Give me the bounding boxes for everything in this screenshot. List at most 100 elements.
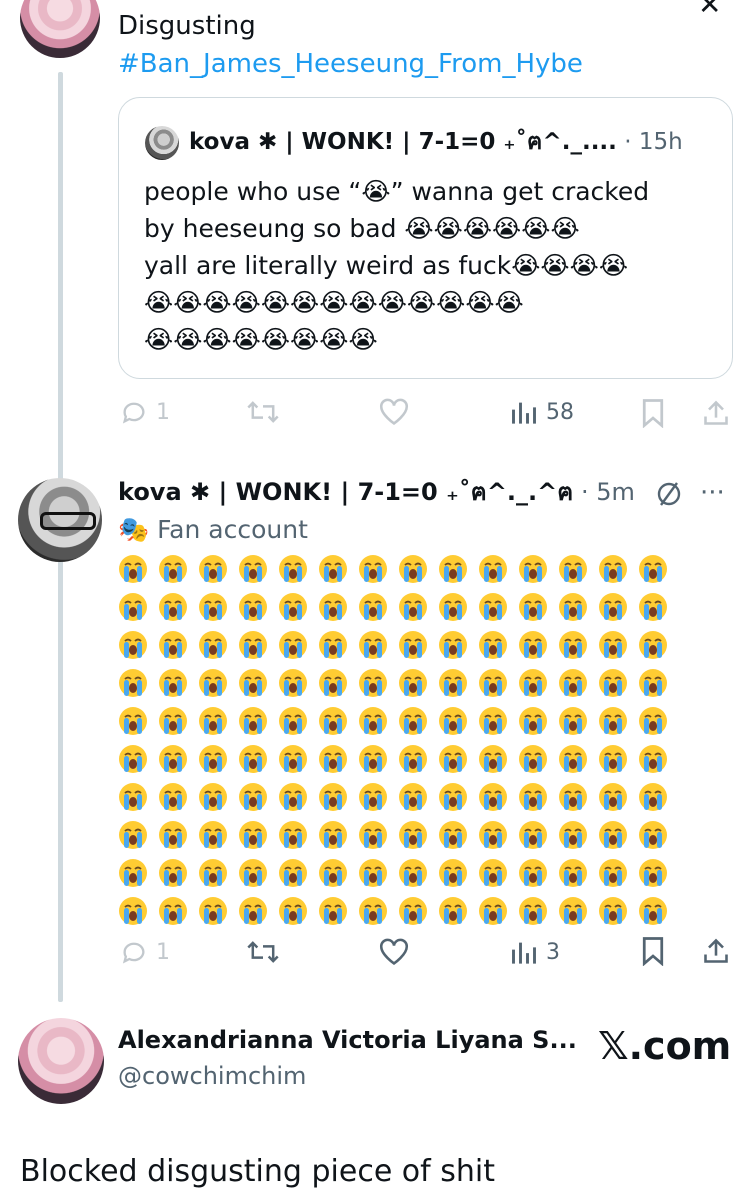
views-count: 58: [546, 399, 574, 425]
quoted-text-line: 😭😭😭😭😭😭😭😭😭😭😭😭😭: [144, 288, 524, 317]
crying-face-emoji: [398, 554, 428, 584]
crying-face-emoji: [238, 782, 268, 812]
quoted-text-line: by heeseung so bad 😭😭😭😭😭😭: [144, 214, 580, 243]
emoji-row: [118, 592, 698, 630]
x-logo-brand[interactable]: 𝕏.com: [598, 1024, 731, 1068]
timestamp[interactable]: · 5m: [581, 478, 635, 506]
hashtag-link[interactable]: #Ban_James_Heeseung_From_Hybe: [118, 48, 583, 80]
emoji-row: [118, 744, 698, 782]
crying-face-emoji: [198, 706, 228, 736]
reply-button[interactable]: 1: [120, 938, 170, 966]
crying-face-emoji: [278, 896, 308, 926]
crying-face-emoji: [518, 858, 548, 888]
crying-face-emoji: [238, 592, 268, 622]
share-icon: [704, 400, 728, 425]
crying-face-emoji: [638, 592, 668, 622]
views-button[interactable]: 3: [510, 938, 560, 966]
retweet-icon: [247, 401, 279, 423]
crying-face-emoji: [598, 782, 628, 812]
crying-face-emoji: [118, 782, 148, 812]
bookmark-icon: [642, 937, 664, 966]
crying-face-emoji: [598, 706, 628, 736]
crying-face-emoji: [238, 554, 268, 584]
crying-face-emoji: [118, 630, 148, 660]
crying-face-emoji: [278, 820, 308, 850]
crying-face-emoji: [558, 554, 588, 584]
crying-face-emoji: [438, 858, 468, 888]
crying-face-emoji: [118, 706, 148, 736]
share-button[interactable]: [702, 398, 730, 428]
crying-face-emoji: [478, 592, 508, 622]
avatar[interactable]: [18, 478, 102, 562]
glasses-shape: [40, 512, 96, 530]
crying-face-emoji: [238, 820, 268, 850]
crying-face-emoji: [278, 592, 308, 622]
crying-face-emoji: [438, 744, 468, 774]
crying-face-emoji: [198, 782, 228, 812]
crying-face-emoji: [638, 820, 668, 850]
post-body-text: Blocked disgusting piece of shit: [20, 1154, 496, 1189]
slashed-circle-icon[interactable]: [654, 480, 684, 512]
crying-face-emoji: [278, 706, 308, 736]
bookmark-button[interactable]: [640, 936, 666, 966]
crying-face-emoji: [638, 668, 668, 698]
crying-face-emoji: [318, 896, 348, 926]
crying-face-emoji: [118, 858, 148, 888]
crying-face-emoji: [478, 820, 508, 850]
like-button[interactable]: [378, 398, 410, 426]
crying-face-emoji: [118, 592, 148, 622]
tweet-text: Disgusting: [118, 11, 256, 41]
crying-face-emoji: [318, 706, 348, 736]
crying-face-emoji: [358, 820, 388, 850]
crying-face-emoji: [518, 820, 548, 850]
crying-face-emoji: [598, 744, 628, 774]
crying-face-emoji: [398, 858, 428, 888]
crying-face-emoji: [438, 668, 468, 698]
crying-face-emoji: [478, 896, 508, 926]
crying-face-emoji: [158, 706, 188, 736]
like-button[interactable]: [378, 938, 410, 966]
crying-face-emoji: [478, 554, 508, 584]
emoji-row: [118, 896, 698, 934]
heart-icon: [380, 398, 408, 426]
crying-face-emoji: [358, 858, 388, 888]
speech-bubble-icon: [122, 942, 145, 964]
crying-face-emoji: [558, 592, 588, 622]
crying-face-emoji: [198, 592, 228, 622]
crying-face-emoji: [118, 896, 148, 926]
crying-face-emoji: [598, 668, 628, 698]
author-name[interactable]: Alexandrianna Victoria Liyana S...: [118, 1026, 577, 1054]
crying-face-emoji: [478, 744, 508, 774]
emoji-row: [118, 554, 698, 592]
crying-face-emoji: [478, 706, 508, 736]
crying-face-emoji: [158, 820, 188, 850]
crying-face-emoji: [358, 782, 388, 812]
crying-face-emoji: [478, 782, 508, 812]
views-button[interactable]: 58: [510, 398, 574, 426]
crying-face-emoji: [318, 744, 348, 774]
crying-face-emoji: [238, 744, 268, 774]
crying-face-emoji: [278, 744, 308, 774]
quoted-tweet-card[interactable]: kova ✱ | WONK! | 7-1=0 ₊˚ฅ^._.... · 15h …: [118, 97, 733, 379]
emoji-row: [118, 706, 698, 744]
crying-face-emoji: [438, 782, 468, 812]
crying-face-emoji: [118, 820, 148, 850]
bookmark-button[interactable]: [640, 398, 666, 428]
author-handle[interactable]: @cowchimchim: [118, 1062, 306, 1090]
more-dots-icon[interactable]: ···: [700, 478, 725, 508]
crying-face-emoji: [438, 820, 468, 850]
x-close-icon[interactable]: ✕: [698, 0, 721, 21]
crying-face-emoji: [638, 858, 668, 888]
crying-face-emoji: [278, 668, 308, 698]
crying-face-emoji: [478, 630, 508, 660]
avatar[interactable]: [20, 0, 100, 58]
crying-face-emoji: [358, 706, 388, 736]
crying-face-emoji: [198, 744, 228, 774]
retweet-button[interactable]: [246, 938, 280, 966]
reply-button[interactable]: 1: [120, 398, 170, 426]
share-button[interactable]: [702, 936, 730, 966]
author-name[interactable]: kova ✱ | WONK! | 7-1=0 ₊˚ฅ^._.^ฅ: [118, 478, 573, 506]
crying-face-emoji: [598, 858, 628, 888]
retweet-button[interactable]: [246, 398, 280, 426]
avatar[interactable]: [18, 1018, 104, 1104]
